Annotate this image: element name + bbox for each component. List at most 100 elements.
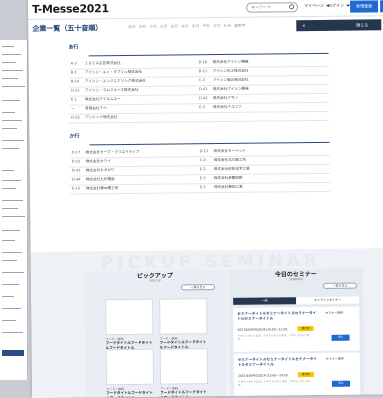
company-item[interactable]: E-5 株式会社倉敷紡績: [200, 176, 243, 181]
pickup-card[interactable]: フード・飲料フードタイトルフードタイトルフードタイトルテキストが入ります。テキス…: [105, 348, 155, 398]
company-item[interactable]: B-1 アイシン・エィ・ダブリュ株式会社: [71, 70, 142, 76]
nav-mypage[interactable]: マイページ: [304, 3, 331, 9]
seminar-card[interactable]: セミナータイトルセミナータイトルセミナータイトルセミナータイトル セミナー提供 20…: [233, 352, 361, 396]
seminar-title-text[interactable]: セミナータイトルセミナータイトルセミナータイトルセミナータイトル: [237, 311, 317, 321]
company-item[interactable]: D-44 株式会社九州電設: [72, 177, 115, 182]
company-booth-code: E-5: [199, 176, 206, 181]
background-line: [2, 46, 14, 47]
title-row: 企業一覧（五十音順） あ行 か行 さ行 た行 な行 は行 ま行 や行 ら行 わ行 英数字 ✕ 閉じる: [28, 18, 383, 36]
company-name: 株式会社カーマ・クリエイティブ: [85, 149, 140, 155]
company-item[interactable]: D-43 株式会社アイシン開発: [199, 87, 249, 93]
screenshot-stage: T-Messe2021 キーワード マイページ ログイン 新規登録 企業一覧（五…: [0, 0, 383, 398]
group-label: あ行: [68, 44, 79, 51]
seminar-status-badge: 受付中: [297, 326, 314, 332]
pickup-card-image[interactable]: [105, 348, 155, 386]
background-line: [2, 140, 24, 141]
kana-index-item[interactable]: は行: [181, 24, 189, 28]
pickup-card-title[interactable]: フードタイトルフードタイトルフードタイトル: [160, 390, 208, 398]
company-list: あ行 A-3 ＩＤＥＡ広告株式会社 B-16 株式会社アイシン精機 B-1 アイシン・エィ・…: [48, 36, 383, 250]
company-name: 株式会社アイシン精機: [212, 59, 249, 65]
kana-index-item[interactable]: ま行: [192, 24, 200, 28]
seminar-status-badge: 受付中: [297, 372, 314, 378]
company-item[interactable]: D-15 株式会社カーペット: [200, 149, 246, 154]
company-item[interactable]: D-22 アンドック株式会社: [71, 115, 117, 120]
company-item[interactable]: D-42 株式会社アサノ: [199, 96, 238, 101]
site-logo[interactable]: T-Messe2021: [32, 2, 109, 16]
kana-index-item[interactable]: さ行: [149, 25, 157, 29]
group-label: か行: [69, 133, 80, 140]
site-header: T-Messe2021 キーワード マイページ ログイン 新規登録: [28, 0, 383, 20]
company-item[interactable]: A-3 ＩＤＥＡ広告株式会社: [71, 61, 121, 67]
row-divider: [69, 119, 330, 124]
company-booth-code: B-14: [70, 79, 80, 84]
kana-index-item[interactable]: わ行: [224, 24, 232, 28]
kana-index-item[interactable]: か行: [139, 25, 147, 29]
company-item[interactable]: E-5 株式会社栗田工業: [200, 185, 243, 190]
company-item[interactable]: E-15 株式会社栗本鐵工所: [72, 186, 118, 191]
company-item[interactable]: D-11 アイシン・コムクルーズ株式会社: [71, 88, 138, 94]
kana-index-item[interactable]: や行: [202, 24, 210, 28]
company-item[interactable]: D-12 株式会社カワイ: [72, 159, 111, 164]
background-line: [2, 230, 20, 231]
seminar-apply-button[interactable]: 申込: [332, 380, 351, 387]
background-line: [2, 252, 22, 253]
row-divider: [69, 110, 330, 115]
company-name: 株式会社カーペット: [213, 148, 246, 154]
background-line: [2, 208, 18, 209]
pickup-card-image[interactable]: [159, 298, 208, 335]
company-item[interactable]: E-2 株式会社紀和化学工業: [200, 167, 250, 173]
company-item[interactable]: D-17 株式会社カーマ・クリエイティブ: [72, 150, 140, 156]
tab-online[interactable]: オンラインセミナー: [296, 296, 360, 305]
nav-login[interactable]: ログイン: [328, 3, 351, 9]
pickup-card[interactable]: フード・飲料フードタイトルフードタイトルフードタイトルテキストが入ります。テキス…: [159, 348, 209, 398]
kana-index-item[interactable]: 英数字: [234, 24, 245, 28]
pickup-more-button[interactable]: 一覧を見る: [180, 284, 216, 291]
seminar-apply-button[interactable]: 申込: [331, 334, 350, 341]
kana-index-item[interactable]: あ行: [128, 25, 136, 29]
company-booth-code: D-43: [71, 168, 81, 173]
kana-index-item[interactable]: な行: [171, 24, 179, 28]
company-booth-code: E-2: [199, 167, 206, 172]
company-booth-code: E-1: [71, 97, 77, 102]
company-item[interactable]: B-11 アイシン化工株式会社: [199, 69, 249, 75]
company-booth-code: A-3: [70, 61, 77, 66]
company-item[interactable]: E-3 株式会社アルファ: [199, 105, 242, 110]
company-name: 株式会社北川鉄工所: [213, 157, 247, 163]
company-booth-code: D-17: [71, 150, 81, 155]
company-booth-code: B-16: [198, 60, 208, 65]
seminar-card[interactable]: セミナータイトルセミナータイトルセミナータイトルセミナータイトル セミナー提供 20…: [233, 306, 360, 352]
company-item[interactable]: E-1 株式会社アイエムエー: [71, 97, 121, 103]
page: T-Messe2021 キーワード マイページ ログイン 新規登録 企業一覧（五…: [28, 0, 383, 398]
company-item[interactable]: B-16 株式会社アイシン精機: [199, 60, 249, 66]
pickup-card-image[interactable]: [105, 298, 154, 336]
background-line: [2, 260, 17, 261]
background-line: [2, 62, 16, 63]
company-item[interactable]: B-14 アイシン・エンジニアリング株式会社: [71, 79, 146, 85]
seminar-date: 2021年09月02日(木)10:00〜11:00: [237, 327, 288, 332]
pickup-card-title[interactable]: フードタイトルフードタイトルフードタイトル: [106, 391, 154, 398]
search-icon[interactable]: [289, 4, 295, 10]
search-input[interactable]: キーワード: [246, 2, 299, 13]
company-name: アイシン高丘株式会社: [212, 77, 249, 83]
company-name: 株式会社アイエムエー: [85, 97, 121, 102]
company-item[interactable]: D-43 株式会社キタガワ: [72, 168, 115, 173]
company-item[interactable]: C-4 株式会社北川鉄工所: [200, 158, 246, 163]
group-divider: [88, 52, 329, 57]
tab-general[interactable]: 一般: [233, 297, 297, 305]
register-button[interactable]: 新規登録: [350, 0, 379, 13]
company-item[interactable]: C-3 アイシン高丘株式会社: [199, 78, 249, 84]
seminar-title-text[interactable]: セミナータイトルセミナータイトルセミナータイトルセミナータイトル: [238, 357, 318, 367]
company-name: 株式会社アサノ: [213, 95, 239, 101]
company-booth-code: D-15: [199, 149, 209, 154]
close-button[interactable]: ✕ 閉じる: [296, 19, 382, 32]
close-icon: ✕: [302, 23, 306, 29]
company-name: アンドック株式会社: [85, 115, 118, 120]
kana-index-item[interactable]: ら行: [213, 24, 221, 28]
company-item[interactable]: — 有限会社アベ: [71, 106, 107, 111]
company-name: 株式会社倉敷紡績: [213, 175, 243, 181]
background-line: [2, 320, 16, 321]
kana-index-item[interactable]: た行: [160, 25, 168, 29]
pickup-card-image[interactable]: [159, 348, 209, 385]
seminar-more-button[interactable]: 一覧を見る: [322, 282, 358, 289]
kana-index: あ行 か行 さ行 た行 な行 は行 ま行 や行 ら行 わ行 英数字: [128, 24, 248, 30]
